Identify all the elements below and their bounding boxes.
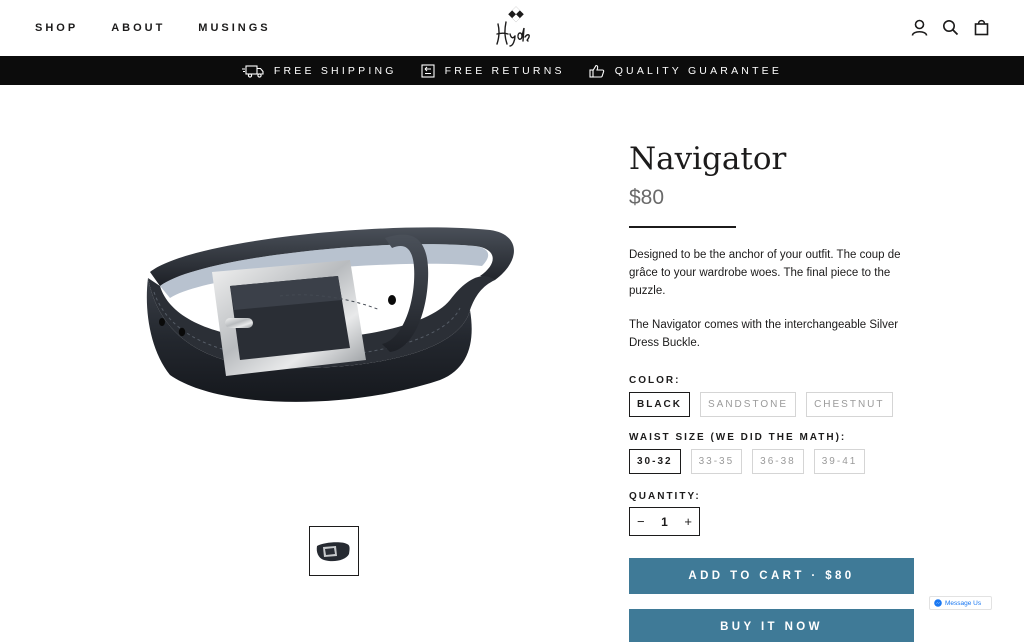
promo-free-shipping: FREE SHIPPING <box>241 64 397 78</box>
returns-icon <box>421 63 435 78</box>
color-option-sandstone[interactable]: SANDSTONE <box>700 392 797 417</box>
color-label: COLOR: <box>629 375 681 386</box>
messenger-label: Message Us <box>945 599 982 607</box>
description-paragraph: Designed to be the anchor of your outfit… <box>629 249 901 297</box>
product-thumbnail[interactable] <box>309 526 359 576</box>
product-main-image[interactable] <box>130 200 530 440</box>
messenger-icon <box>934 599 942 607</box>
promo-bar: FREE SHIPPING FREE RETURNS QUALITY GUARA… <box>0 56 1024 85</box>
product-title: Navigator <box>629 141 787 177</box>
search-icon[interactable] <box>942 19 959 36</box>
size-option-36-38[interactable]: 36-38 <box>752 449 804 474</box>
product-description: Designed to be the anchor of your outfit… <box>629 246 914 352</box>
promo-label: QUALITY GUARANTEE <box>614 64 783 77</box>
site-header: SHOP ABOUT MUSINGS <box>0 0 1024 56</box>
cart-icon[interactable] <box>973 19 990 36</box>
quantity-stepper: − 1 + <box>629 507 700 536</box>
size-option-39-41[interactable]: 39-41 <box>813 449 866 474</box>
hyde-logo[interactable] <box>488 6 536 50</box>
size-option-33-35[interactable]: 33-35 <box>690 449 743 474</box>
color-option-black[interactable]: BLACK <box>629 392 690 417</box>
nav-shop[interactable]: SHOP <box>35 22 78 34</box>
product-info: Navigator $80 Designed to be the anchor … <box>629 140 919 536</box>
add-to-cart-button[interactable]: ADD TO CART · $80 <box>629 558 914 594</box>
quantity-increase-button[interactable]: + <box>684 514 692 529</box>
size-label: WAIST SIZE (WE DID THE MATH): <box>629 432 847 443</box>
nav-about[interactable]: ABOUT <box>111 22 165 34</box>
quantity-value[interactable]: 1 <box>661 515 668 529</box>
buy-now-button[interactable]: BUY IT NOW <box>629 609 914 642</box>
account-icon[interactable] <box>911 19 928 36</box>
main-nav: SHOP ABOUT MUSINGS <box>35 22 304 34</box>
description-paragraph: The Navigator comes with the interchange… <box>629 319 899 349</box>
promo-label: FREE SHIPPING <box>273 64 397 77</box>
truck-icon <box>241 64 264 78</box>
promo-label: FREE RETURNS <box>444 64 565 77</box>
thumbs-up-icon <box>589 64 604 78</box>
size-options: 30-32 33-35 36-38 39-41 <box>629 449 919 474</box>
messenger-widget[interactable]: Message Us <box>929 596 992 610</box>
promo-free-returns: FREE RETURNS <box>421 63 565 78</box>
product-price: $80 <box>629 186 665 209</box>
color-options: BLACK SANDSTONE CHESTNUT <box>629 392 919 417</box>
promo-quality-guarantee: QUALITY GUARANTEE <box>589 64 782 78</box>
color-option-chestnut[interactable]: CHESTNUT <box>806 392 893 417</box>
size-option-30-32[interactable]: 30-32 <box>629 449 681 474</box>
title-divider <box>629 226 736 228</box>
quantity-decrease-button[interactable]: − <box>637 514 645 529</box>
header-icons <box>911 19 990 36</box>
quantity-label: QUANTITY: <box>629 491 701 502</box>
nav-musings[interactable]: MUSINGS <box>198 22 270 34</box>
